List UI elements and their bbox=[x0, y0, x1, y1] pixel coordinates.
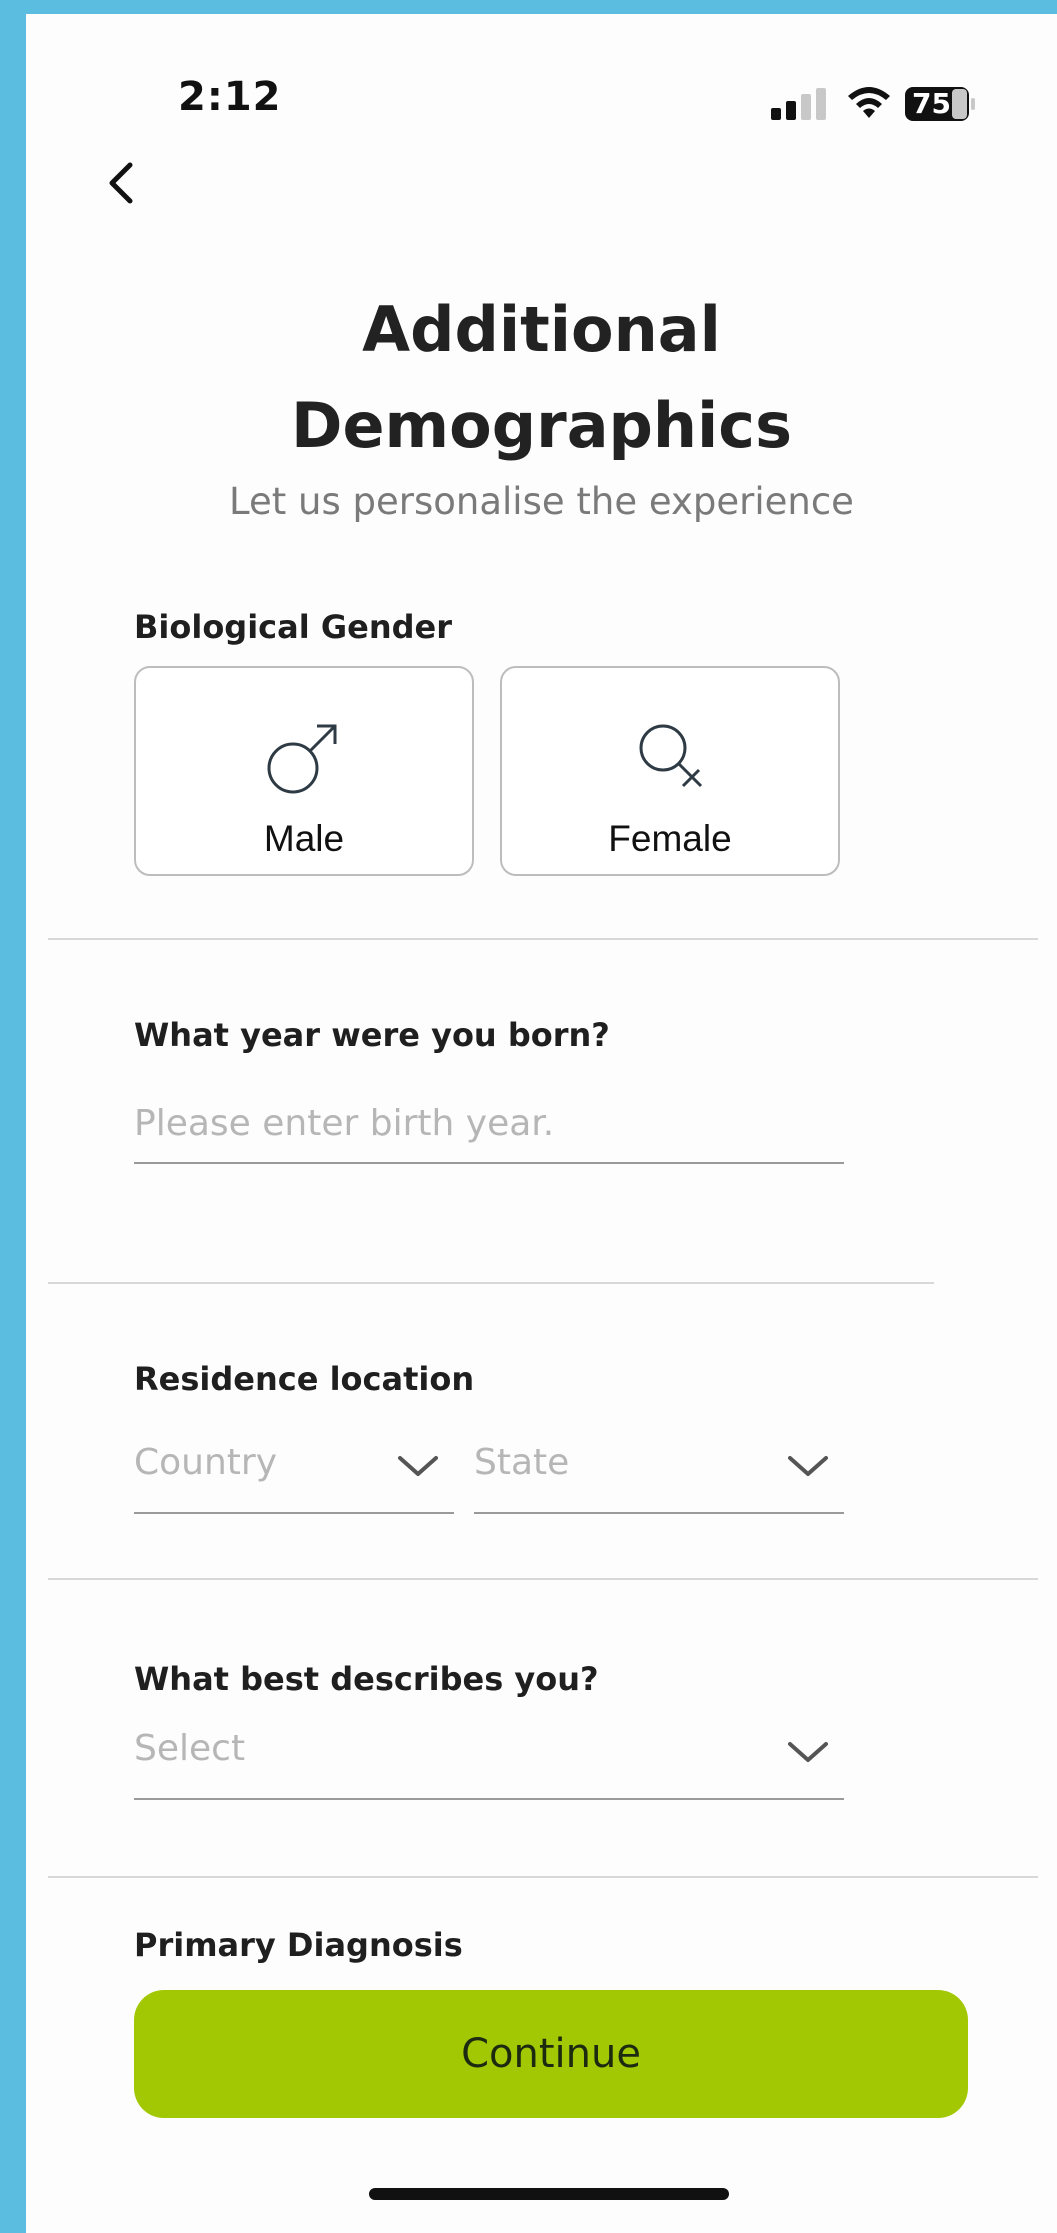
battery-icon: 75 bbox=[904, 86, 976, 122]
wifi-icon bbox=[848, 87, 890, 118]
birth-year-label: What year were you born? bbox=[134, 1016, 610, 1054]
chevron-down-icon bbox=[788, 1456, 828, 1476]
gender-option-male[interactable]: Male bbox=[134, 666, 474, 876]
gender-option-female-label: Female bbox=[608, 818, 732, 859]
section-divider bbox=[48, 1876, 1038, 1878]
residence-label: Residence location bbox=[134, 1360, 475, 1398]
phone-screen: 2:12 75 Additional Demographics Let us p… bbox=[26, 14, 1057, 2233]
back-button[interactable] bbox=[86, 148, 156, 218]
chevron-left-icon bbox=[109, 162, 133, 204]
chevron-down-icon bbox=[788, 1742, 828, 1762]
describes-label: What best describes you? bbox=[134, 1660, 599, 1698]
cellular-signal-icon bbox=[771, 88, 826, 120]
section-divider bbox=[48, 938, 1038, 940]
describes-underline bbox=[134, 1798, 844, 1800]
home-indicator bbox=[369, 2188, 729, 2200]
state-underline bbox=[474, 1512, 844, 1514]
battery-level: 75 bbox=[912, 87, 951, 120]
describes-dropdown-placeholder: Select bbox=[134, 1728, 246, 1769]
status-time: 2:12 bbox=[178, 74, 282, 120]
page-subtitle: Let us personalise the experience bbox=[229, 480, 854, 523]
chevron-down-icon bbox=[398, 1456, 438, 1476]
status-bar: 2:12 75 bbox=[26, 14, 1057, 164]
title-line-2: Demographics bbox=[291, 389, 792, 462]
gender-label: Biological Gender bbox=[134, 608, 452, 646]
birth-year-underline bbox=[134, 1162, 844, 1164]
section-divider bbox=[48, 1282, 934, 1284]
page-title: Additional Demographics bbox=[26, 282, 1057, 474]
section-divider bbox=[48, 1578, 1038, 1580]
state-dropdown[interactable]: State bbox=[474, 1434, 844, 1514]
country-dropdown-placeholder: Country bbox=[134, 1442, 278, 1483]
state-dropdown-placeholder: State bbox=[474, 1442, 570, 1483]
female-symbol-icon bbox=[639, 724, 703, 788]
birth-year-input[interactable] bbox=[134, 1088, 844, 1158]
describes-dropdown[interactable]: Select bbox=[134, 1720, 844, 1800]
gender-option-male-label: Male bbox=[263, 818, 345, 859]
gender-option-female[interactable]: Female bbox=[500, 666, 840, 876]
title-line-1: Additional bbox=[362, 293, 721, 366]
diagnosis-label: Primary Diagnosis bbox=[134, 1926, 463, 1964]
country-underline bbox=[134, 1512, 454, 1514]
country-dropdown[interactable]: Country bbox=[134, 1434, 454, 1514]
continue-button[interactable]: Continue bbox=[134, 1990, 968, 2118]
male-symbol-icon bbox=[267, 724, 337, 794]
